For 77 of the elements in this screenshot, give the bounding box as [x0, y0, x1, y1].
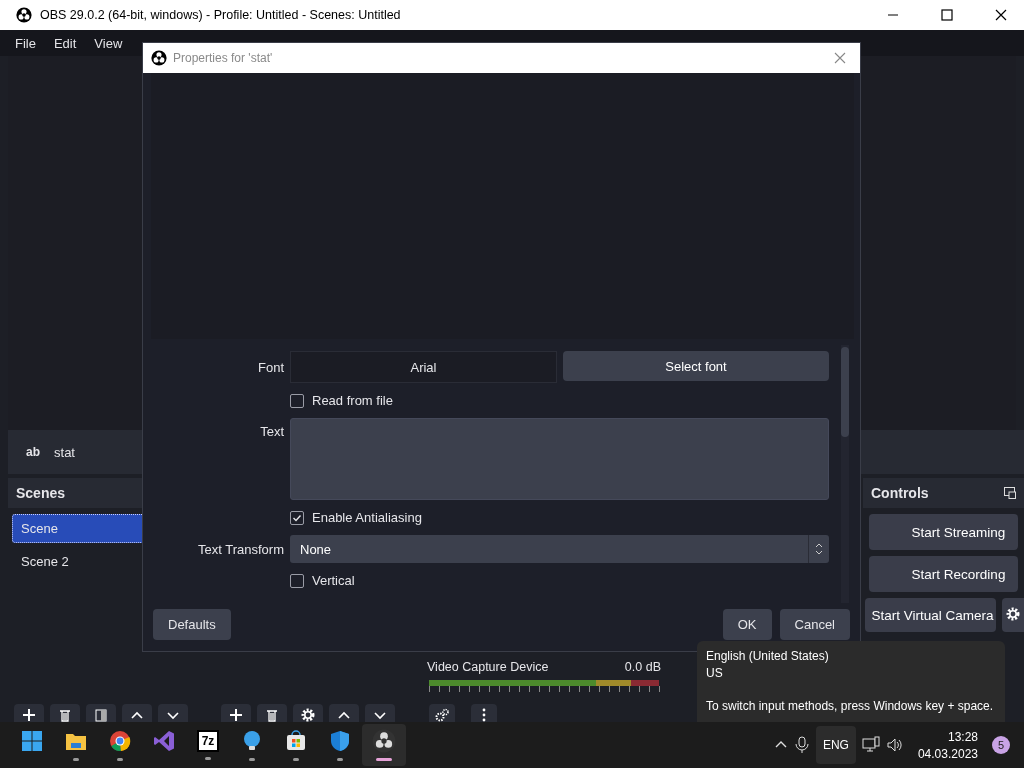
channel-reading: 0.0 dB — [624, 660, 661, 674]
clock[interactable]: 13:28 04.03.2023 — [909, 729, 986, 761]
transform-dropdown[interactable]: None — [290, 535, 829, 563]
field-label: Text — [260, 423, 284, 439]
toolbar-button[interactable] — [365, 704, 395, 722]
menu-item[interactable]: View — [85, 35, 132, 51]
field-label: Text Transform — [198, 541, 284, 557]
source-name: stat — [54, 444, 75, 460]
ok-button[interactable]: OK — [722, 609, 772, 640]
checkbox-label: Vertical — [312, 573, 355, 588]
taskbar-app[interactable] — [362, 724, 406, 766]
toolbar-button[interactable] — [471, 704, 497, 722]
network-icon[interactable] — [861, 736, 880, 754]
control-button[interactable]: Start Streaming — [869, 514, 1018, 550]
archive-icon: 7z — [197, 730, 219, 752]
field-label: Font — [258, 359, 284, 375]
trash-icon — [264, 707, 280, 722]
toolbar-button[interactable] — [50, 704, 80, 722]
toolbar-button[interactable] — [221, 704, 251, 722]
toolbar-button[interactable] — [293, 704, 323, 722]
dock-header: Controls — [863, 478, 1024, 508]
checkbox[interactable] — [290, 510, 304, 525]
checkbox-label: Enable Antialiasing — [312, 510, 422, 525]
text-source-icon: ab — [26, 445, 40, 459]
check-icon — [292, 512, 302, 523]
select-font-button[interactable]: Select font — [563, 351, 829, 381]
control-button[interactable]: Start Recording — [869, 556, 1018, 592]
control-button[interactable]: Start Virtual Camera — [865, 598, 996, 632]
close-icon — [995, 9, 1007, 21]
obs-logo-icon — [151, 50, 167, 66]
toolbar-button[interactable] — [86, 704, 116, 722]
add-icon — [21, 707, 37, 722]
spinner-icon — [815, 542, 823, 556]
toolbar-button[interactable] — [429, 704, 455, 722]
checkbox[interactable] — [290, 573, 304, 588]
browser-icon — [108, 729, 132, 753]
menu-item[interactable]: File — [6, 35, 45, 51]
undock-icon[interactable] — [1004, 487, 1016, 499]
font-value: Arial — [290, 351, 557, 383]
settings-icon — [300, 707, 316, 722]
trash-icon — [57, 707, 73, 722]
tooltip-text: English (United States) — [706, 649, 830, 663]
notification-badge[interactable]: 5 — [992, 736, 1010, 754]
scrollbar[interactable] — [841, 345, 849, 603]
obs-logo-icon — [16, 7, 32, 23]
tooltip-text: To switch input methods, press Windows key + space. — [706, 699, 995, 713]
close-icon — [834, 52, 846, 64]
menu-item[interactable]: Edit — [44, 35, 86, 51]
windows-icon — [20, 729, 44, 753]
filter-icon — [93, 707, 109, 722]
toolbar-button[interactable] — [329, 704, 359, 722]
toolbar-button[interactable] — [122, 704, 152, 722]
defaults-button[interactable]: Defaults — [153, 609, 231, 640]
checkbox[interactable] — [290, 393, 304, 408]
obs-icon — [372, 729, 396, 753]
add-icon — [228, 707, 244, 722]
language-button[interactable]: ENG — [815, 726, 856, 764]
toolbar-button[interactable] — [158, 704, 188, 722]
shield-icon — [328, 729, 352, 753]
cancel-button[interactable]: Cancel — [779, 609, 850, 640]
tooltip-text: US — [706, 666, 724, 680]
channel-name: Video Capture Device — [427, 660, 549, 674]
ribbon-icon — [152, 729, 176, 753]
window-title: OBS 29.0.2 (64-bit, windows) - Profile: Untitled - Scenes: Untitled — [40, 8, 402, 22]
microphone-icon[interactable] — [793, 736, 810, 754]
toolbar-button[interactable] — [14, 704, 44, 722]
dialog-title: Properties for 'stat' — [173, 51, 274, 65]
settings-icon — [434, 707, 450, 722]
text-field[interactable] — [290, 418, 829, 500]
checkbox-label: Read from file — [312, 393, 393, 408]
maximize-icon — [941, 9, 953, 21]
toolbar-button[interactable] — [257, 704, 287, 722]
volume-icon[interactable] — [885, 736, 904, 754]
settings-button[interactable] — [1002, 598, 1024, 632]
settings-icon — [1005, 605, 1021, 622]
store-icon — [284, 729, 308, 753]
taskbar-app[interactable]: 7z — [186, 724, 230, 766]
